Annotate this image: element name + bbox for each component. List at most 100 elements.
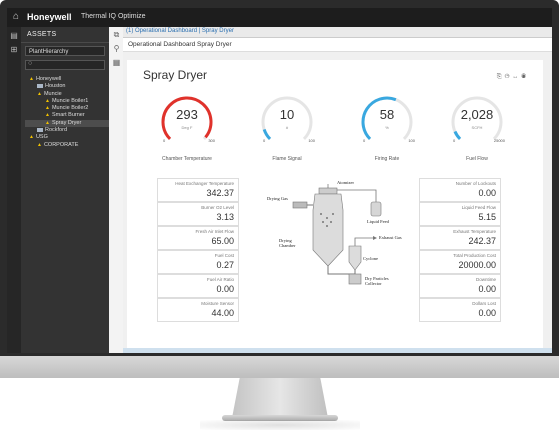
view-icon[interactable]: ◉ — [521, 74, 529, 80]
tree-item-label: Muncie Boiler2 — [51, 105, 89, 112]
kpi-card: Heat Exchanger Temperature 342.37 — [157, 178, 239, 202]
status-strip — [123, 348, 552, 353]
tree-item[interactable]: ▲ Spray Dryer — [25, 119, 109, 128]
tree-item[interactable]: ▲ Honeywell — [25, 76, 109, 83]
warning-icon: ▲ — [37, 90, 42, 97]
kpi-label: Fuel Cost — [214, 253, 234, 258]
panel-toolbar: ⎘◷↔◉ — [497, 74, 529, 81]
copy-icon[interactable]: ⧉ — [112, 30, 121, 39]
tree-item-label: Houston — [45, 83, 66, 90]
tree-item[interactable]: ▲ USG — [25, 134, 109, 141]
panel-title: Spray Dryer — [143, 68, 208, 82]
kpi-label: Liquid Feed Flow — [461, 205, 496, 210]
tab-dashboard[interactable]: (1) Operational Dashboard | Spray Dryer — [126, 28, 234, 34]
kpi-label: Moisture Sensor — [201, 301, 234, 306]
kpi-card: Burner O2 Level 3.13 — [157, 202, 239, 226]
gauge-max: 100 — [308, 138, 315, 143]
tree-item[interactable]: Houston — [25, 83, 109, 90]
warning-icon: ▲ — [29, 76, 34, 82]
dashboard-selector[interactable]: Operational Dashboard Spray Dryer — [128, 41, 232, 48]
gauge-max: 100 — [408, 138, 415, 143]
tree-item-label: Honeywell — [35, 76, 62, 82]
gauge-label: Chamber Temperature — [162, 156, 212, 162]
kpi-value: 44.00 — [211, 308, 234, 318]
gauge-max: 25000 — [493, 138, 505, 143]
kpi-card: Number of Lockouts 0.00 — [419, 178, 501, 202]
kpi-label: Dollars Lost — [472, 301, 496, 306]
kpi-label: Number of Lockouts — [455, 181, 496, 186]
search-icon: ○ — [28, 60, 33, 67]
gauge-min: 0 — [453, 138, 456, 143]
tab-bar: (1) Operational Dashboard | Spray Dryer — [123, 27, 552, 38]
gauge: 2,028 SCFH 0 25000 — [445, 90, 509, 154]
tree-item[interactable]: ▲ Muncie Boiler2 — [25, 105, 109, 112]
gauge-arc — [161, 96, 213, 141]
kpi-label: Fresh Air Inlet Flow — [195, 229, 234, 234]
kpi-label: Heat Exchanger Temperature — [175, 181, 234, 186]
gauge-fill — [453, 130, 462, 141]
tree-item-label: Muncie Boiler1 — [51, 97, 89, 104]
tree-item-label: Rockford — [45, 127, 68, 134]
zoom-icon[interactable]: ⚲ — [112, 44, 121, 53]
kpi-value: 342.37 — [206, 188, 234, 198]
tree-item-label: Spray Dryer — [51, 119, 82, 126]
home-icon[interactable]: ⌂ — [10, 11, 22, 23]
building-icon — [37, 83, 43, 88]
kpi-label: Fuel Air Ratio — [206, 277, 234, 282]
kpi-value: 0.00 — [216, 284, 234, 294]
export-icon[interactable]: ⎘ — [497, 74, 505, 80]
kpi-card: Liquid Feed Flow 5.15 — [419, 202, 501, 226]
kpi-value: 0.00 — [478, 284, 496, 294]
tree-item-label: CORPORATE — [43, 141, 79, 148]
kpi-value: 242.37 — [468, 236, 496, 246]
gauge-unit: % — [385, 125, 389, 130]
kpi-label: Exhaust Temperature — [453, 229, 496, 234]
atomizer-label: Atomizer — [337, 180, 354, 185]
search-input[interactable]: ○ — [25, 60, 105, 70]
warning-icon: ▲ — [45, 105, 50, 112]
gauge-unit: SCFH — [471, 125, 483, 130]
screen: ⌂ Honeywell Thermal IQ Optimize ▤ ⊞ ASSE… — [7, 8, 552, 353]
kpi-value: 20000.00 — [458, 260, 496, 270]
hierarchy-icon[interactable]: ⊞ — [9, 45, 19, 55]
gauge-arc — [361, 96, 413, 141]
hierarchy-dropdown[interactable]: PlantHierarchy — [25, 46, 105, 56]
kpi-value: 0.00 — [478, 188, 496, 198]
kpi-value: 0.27 — [216, 260, 234, 270]
gauge: 293 Deg F 0 300 — [155, 90, 219, 154]
drying-chamber-label: Drying Chamber — [279, 238, 296, 248]
gauge-value: 293 — [176, 107, 198, 122]
gauge-unit: # — [285, 125, 289, 130]
warning-icon: ▲ — [45, 97, 50, 104]
tree-item[interactable]: ▲ Muncie Boiler1 — [25, 98, 109, 105]
sub-header: Operational Dashboard Spray Dryer — [123, 38, 552, 52]
tree-item[interactable]: Rockford — [25, 127, 109, 134]
product-name: Thermal IQ Optimize — [81, 13, 146, 20]
liquid-feed-label: Liquid Feed — [367, 219, 389, 224]
gauge-min: 0 — [163, 138, 166, 143]
gauge-min: 0 — [363, 138, 366, 143]
layout-icon[interactable]: ▤ — [9, 31, 19, 41]
kpi-value: 3.13 — [216, 212, 234, 222]
kpi-card: Fuel Air Ratio 0.00 — [157, 274, 239, 298]
gauge-value: 10 — [279, 107, 295, 122]
asset-tree: ▲ Honeywell Houston ▲ Muncie ▲ Muncie Boiler1 ▲… — [25, 76, 109, 149]
gauge-arc — [451, 96, 503, 141]
gauge-label: Fuel Flow — [466, 156, 488, 162]
kpi-card: Moisture Sensor 44.00 — [157, 298, 239, 322]
tree-item[interactable]: ▲ Muncie — [25, 91, 109, 98]
kpi-value: 65.00 — [211, 236, 234, 246]
share-icon[interactable]: ↔ — [512, 74, 521, 80]
gauge-value: 2,028 — [460, 107, 494, 122]
grid-icon[interactable]: ▦ — [112, 58, 121, 67]
warning-icon: ▲ — [45, 112, 50, 119]
kpi-label: Burner O2 Level — [201, 205, 234, 210]
kpi-value: 0.00 — [478, 308, 496, 318]
tree-item[interactable]: ▲ Smart Burner — [25, 112, 109, 119]
exhaust-gas-label: Exhaust Gas — [379, 235, 402, 240]
tool-strip: ⧉ ⚲ ▦ — [109, 27, 124, 353]
tree-item[interactable]: ▲ CORPORATE — [25, 142, 109, 149]
monitor-bezel: ⌂ Honeywell Thermal IQ Optimize ▤ ⊞ ASSE… — [0, 0, 559, 368]
gauge-label: Firing Rate — [374, 156, 400, 162]
dry-particles-label: Dry Particles Collector — [365, 276, 389, 286]
